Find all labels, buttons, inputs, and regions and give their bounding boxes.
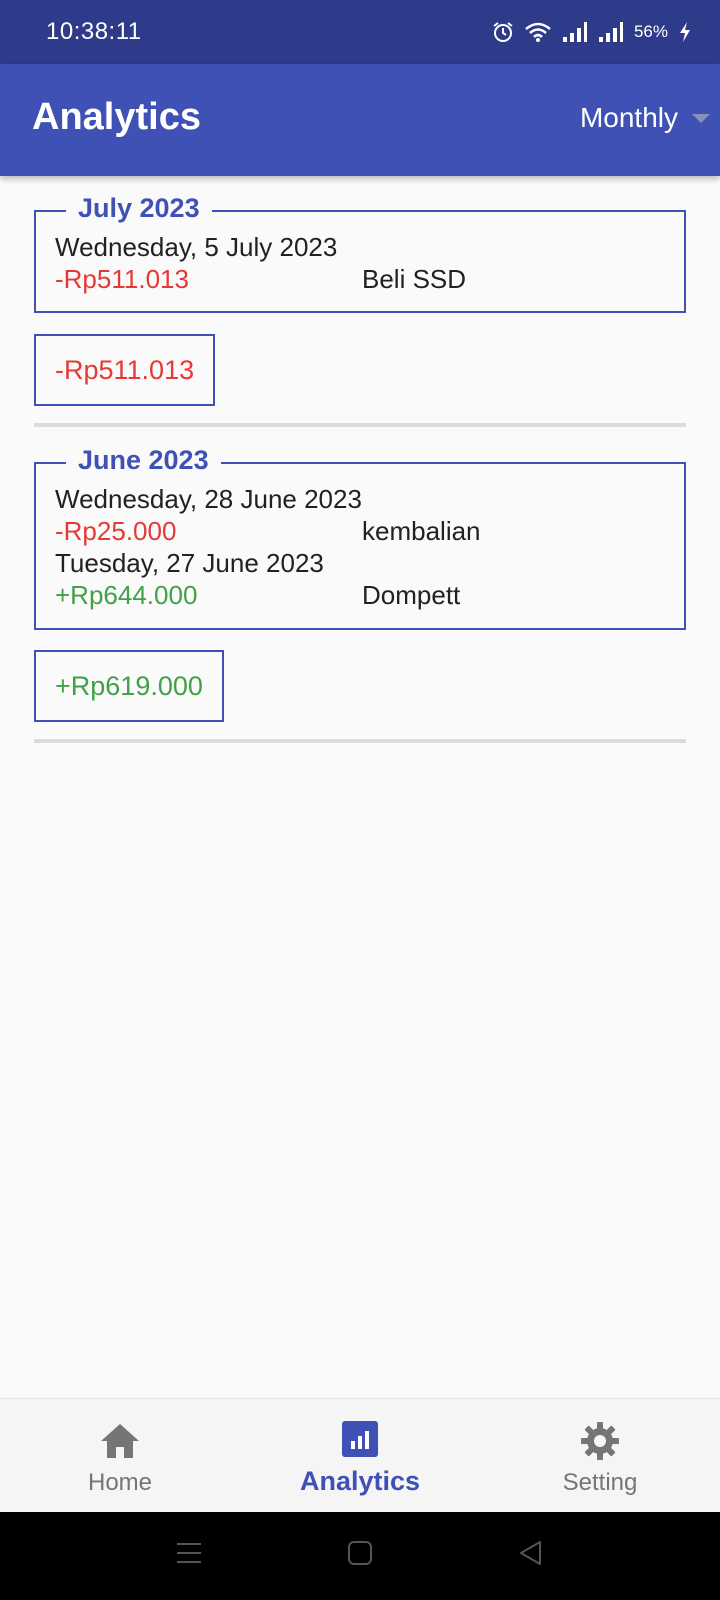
page-title: Analytics (32, 96, 201, 138)
charging-icon (678, 21, 692, 43)
analytics-icon (342, 1421, 378, 1462)
transaction-note: Beli SSD (362, 264, 467, 294)
gear-icon (580, 1421, 620, 1466)
divider (34, 423, 686, 427)
app-bar: Analytics Monthly (0, 64, 720, 176)
period-selected-value: Monthly (579, 102, 678, 133)
wifi-icon (524, 21, 552, 43)
transaction-date: Tuesday, 27 June 2023 (55, 548, 324, 578)
signal-icon (562, 21, 588, 43)
month-total-value: +Rp619.000 (55, 670, 203, 701)
transaction-amount: -Rp25.000 (55, 516, 177, 546)
month-total: -Rp511.013 (34, 334, 216, 406)
nav-label-setting: Setting (562, 1469, 638, 1496)
home-button-icon[interactable] (347, 1540, 373, 1571)
month-total-value: -Rp511.013 (55, 354, 195, 385)
divider (34, 739, 686, 743)
transaction-amount: +Rp644.000 (55, 580, 198, 610)
transaction-note: kembalian (362, 516, 481, 546)
recent-apps-icon[interactable] (176, 1540, 202, 1571)
status-time: 10:38:11 (46, 18, 142, 45)
chevron-down-icon (692, 113, 710, 123)
nav-item-analytics[interactable]: Analytics (240, 1399, 480, 1513)
nav-label-analytics: Analytics (299, 1466, 421, 1496)
back-icon[interactable] (518, 1540, 544, 1571)
period-dropdown[interactable]: Monthly (580, 102, 710, 134)
month-total: +Rp619.000 (34, 650, 224, 722)
transaction-note: Dompett (362, 580, 461, 610)
transaction-date: Wednesday, 5 July 2023 (55, 232, 338, 262)
nav-item-home[interactable]: Home (0, 1399, 240, 1513)
alarm-icon (492, 21, 514, 43)
home-icon (99, 1421, 141, 1466)
bottom-navigation: Home Analytics Setting (0, 1398, 720, 1512)
signal-icon (598, 21, 624, 43)
status-icons: 56% (492, 18, 692, 46)
system-navigation-bar (0, 1512, 720, 1600)
nav-label-home: Home (87, 1469, 153, 1496)
month-card: June 2023 Wednesday, 28 June 2023 -Rp25.… (34, 445, 686, 630)
status-bar: 10:38:11 56% (0, 0, 720, 64)
transaction-date: Wednesday, 28 June 2023 (55, 484, 362, 514)
month-title: July 2023 (66, 193, 212, 224)
month-card: July 2023 Wednesday, 5 July 2023 -Rp511.… (34, 193, 686, 313)
nav-item-setting[interactable]: Setting (480, 1399, 720, 1513)
month-title: June 2023 (66, 445, 221, 476)
battery-level: 56% (633, 22, 668, 41)
transaction-amount: -Rp511.013 (55, 264, 189, 294)
